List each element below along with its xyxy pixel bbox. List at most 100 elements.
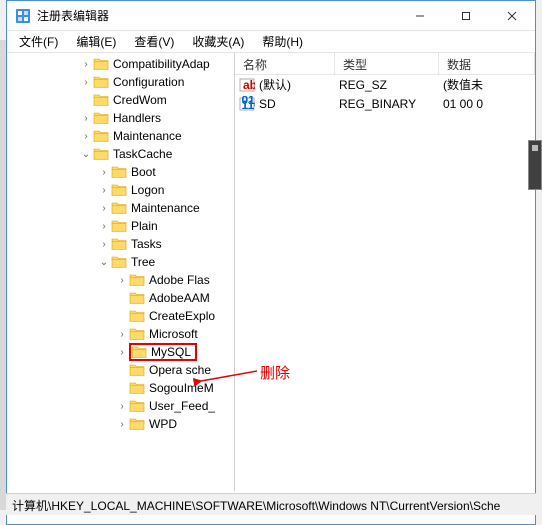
tree-item-label: TaskCache bbox=[113, 147, 172, 161]
menu-edit[interactable]: 编辑(E) bbox=[68, 31, 124, 52]
folder-icon bbox=[129, 291, 145, 305]
tree-item[interactable]: › CompatibilityAdap bbox=[7, 55, 234, 73]
tree-item-label: Handlers bbox=[113, 111, 161, 125]
tree-item[interactable]: ⌄ TaskCache bbox=[7, 145, 234, 163]
tree-item[interactable]: › User_Feed_ bbox=[7, 397, 234, 415]
tree-item[interactable]: ›WPD bbox=[7, 415, 234, 433]
tree-item-label: Maintenance bbox=[113, 129, 182, 143]
tree-expander-icon[interactable]: › bbox=[97, 203, 111, 214]
tree-expander-icon[interactable]: › bbox=[115, 401, 129, 412]
tree-item[interactable]: › Adobe Flas bbox=[7, 271, 234, 289]
tree-item-label: Tree bbox=[131, 255, 155, 269]
list-row[interactable]: 011110SDREG_BINARY01 00 0 bbox=[235, 94, 535, 113]
list-rows: ab(默认)REG_SZ(数值未011110SDREG_BINARY01 00 … bbox=[235, 75, 535, 113]
folder-icon bbox=[131, 345, 147, 359]
folder-icon bbox=[111, 237, 127, 251]
tree-expander-icon[interactable]: › bbox=[115, 329, 129, 340]
window-title: 注册表编辑器 bbox=[37, 7, 397, 24]
folder-icon bbox=[111, 165, 127, 179]
minimize-button[interactable] bbox=[397, 1, 443, 31]
tree-expander-icon[interactable]: › bbox=[97, 239, 111, 250]
column-name[interactable]: 名称 bbox=[235, 53, 335, 74]
tree-item-label: SogouImeM bbox=[149, 381, 214, 395]
tree-item[interactable]: ›Maintenance bbox=[7, 199, 234, 217]
menu-favorites[interactable]: 收藏夹(A) bbox=[184, 31, 252, 52]
folder-icon bbox=[129, 309, 145, 323]
statusbar-path: 计算机\HKEY_LOCAL_MACHINE\SOFTWARE\Microsof… bbox=[12, 499, 500, 513]
tree-expander-icon[interactable]: ⌄ bbox=[97, 257, 111, 268]
tree-item-label: AdobeAAM bbox=[149, 291, 210, 305]
value-type: REG_SZ bbox=[335, 77, 439, 93]
tree-item[interactable]: AdobeAAM bbox=[7, 289, 234, 307]
tree-item[interactable]: SogouImeM bbox=[7, 379, 234, 397]
folder-icon bbox=[111, 219, 127, 233]
tree-item[interactable]: ›Boot bbox=[7, 163, 234, 181]
tree-expander-icon[interactable]: › bbox=[79, 77, 93, 88]
tree-item-label: Logon bbox=[131, 183, 164, 197]
folder-icon bbox=[111, 183, 127, 197]
tree-item[interactable]: › Tasks bbox=[7, 235, 234, 253]
menu-help[interactable]: 帮助(H) bbox=[254, 31, 311, 52]
tree-item[interactable]: Opera sche bbox=[7, 361, 234, 379]
string-value-icon: ab bbox=[239, 77, 255, 93]
content-area: › CompatibilityAdap › Configuration CredWom ›… bbox=[7, 53, 535, 491]
tree-expander-icon[interactable]: › bbox=[79, 113, 93, 124]
tree-item[interactable]: CredWom bbox=[7, 91, 234, 109]
folder-icon bbox=[129, 273, 145, 287]
window-buttons bbox=[397, 1, 535, 30]
tree-item-label: CompatibilityAdap bbox=[113, 57, 210, 71]
tree-item-label: Plain bbox=[131, 219, 158, 233]
tree-pane[interactable]: › CompatibilityAdap › Configuration CredWom ›… bbox=[7, 53, 235, 491]
tree-item-label: CredWom bbox=[113, 93, 167, 107]
maximize-button[interactable] bbox=[443, 1, 489, 31]
column-data[interactable]: 数据 bbox=[439, 53, 535, 74]
close-button[interactable] bbox=[489, 1, 535, 31]
folder-icon bbox=[129, 417, 145, 431]
tree-item[interactable]: › Configuration bbox=[7, 73, 234, 91]
folder-icon bbox=[129, 363, 145, 377]
tree-item[interactable]: CreateExplo bbox=[7, 307, 234, 325]
partial-window-right bbox=[528, 140, 542, 190]
column-type[interactable]: 类型 bbox=[335, 53, 439, 74]
tree-item[interactable]: › Logon bbox=[7, 181, 234, 199]
folder-icon bbox=[93, 129, 109, 143]
value-name: (默认) bbox=[259, 76, 291, 93]
tree-item[interactable]: ›MySQL bbox=[7, 343, 234, 361]
tree-item-label: User_Feed_ bbox=[149, 399, 215, 413]
value-name: SD bbox=[259, 97, 276, 111]
tree-item[interactable]: ⌄ Tree bbox=[7, 253, 234, 271]
folder-icon bbox=[93, 75, 109, 89]
folder-icon bbox=[93, 93, 109, 107]
value-data: 01 00 0 bbox=[439, 96, 535, 112]
tree-expander-icon[interactable]: › bbox=[79, 59, 93, 70]
menubar: 文件(F) 编辑(E) 查看(V) 收藏夹(A) 帮助(H) bbox=[7, 31, 535, 53]
binary-value-icon: 011110 bbox=[239, 96, 255, 112]
tree-expander-icon[interactable]: › bbox=[115, 275, 129, 286]
folder-icon bbox=[93, 57, 109, 71]
folder-icon bbox=[93, 111, 109, 125]
tree-item[interactable]: › Plain bbox=[7, 217, 234, 235]
tree-expander-icon[interactable]: › bbox=[97, 185, 111, 196]
tree-item-label: Microsoft bbox=[149, 327, 198, 341]
tree-expander-icon[interactable]: › bbox=[115, 419, 129, 430]
folder-icon bbox=[93, 147, 109, 161]
tree-item[interactable]: › Handlers bbox=[7, 109, 234, 127]
tree-item-label: Configuration bbox=[113, 75, 184, 89]
tree-item[interactable]: › Microsoft bbox=[7, 325, 234, 343]
tree-item-label: Adobe Flas bbox=[149, 273, 210, 287]
list-pane[interactable]: 名称 类型 数据 ab(默认)REG_SZ(数值未011110SDREG_BIN… bbox=[235, 53, 535, 491]
menu-view[interactable]: 查看(V) bbox=[126, 31, 182, 52]
tree-expander-icon[interactable]: › bbox=[79, 131, 93, 142]
tree-expander-icon[interactable]: ⌄ bbox=[79, 149, 93, 160]
tree-item-label: Tasks bbox=[131, 237, 162, 251]
tree-item[interactable]: › Maintenance bbox=[7, 127, 234, 145]
folder-icon bbox=[129, 327, 145, 341]
regedit-window: 注册表编辑器 文件(F) 编辑(E) 查看(V) 收藏夹(A) 帮助(H) › C… bbox=[6, 0, 536, 525]
menu-file[interactable]: 文件(F) bbox=[11, 31, 66, 52]
highlighted-tree-item: MySQL bbox=[129, 343, 197, 361]
tree-expander-icon[interactable]: › bbox=[115, 347, 129, 358]
list-row[interactable]: ab(默认)REG_SZ(数值未 bbox=[235, 75, 535, 94]
tree-expander-icon[interactable]: › bbox=[97, 221, 111, 232]
tree-item-label: Opera sche bbox=[149, 363, 211, 377]
tree-expander-icon[interactable]: › bbox=[97, 167, 111, 178]
